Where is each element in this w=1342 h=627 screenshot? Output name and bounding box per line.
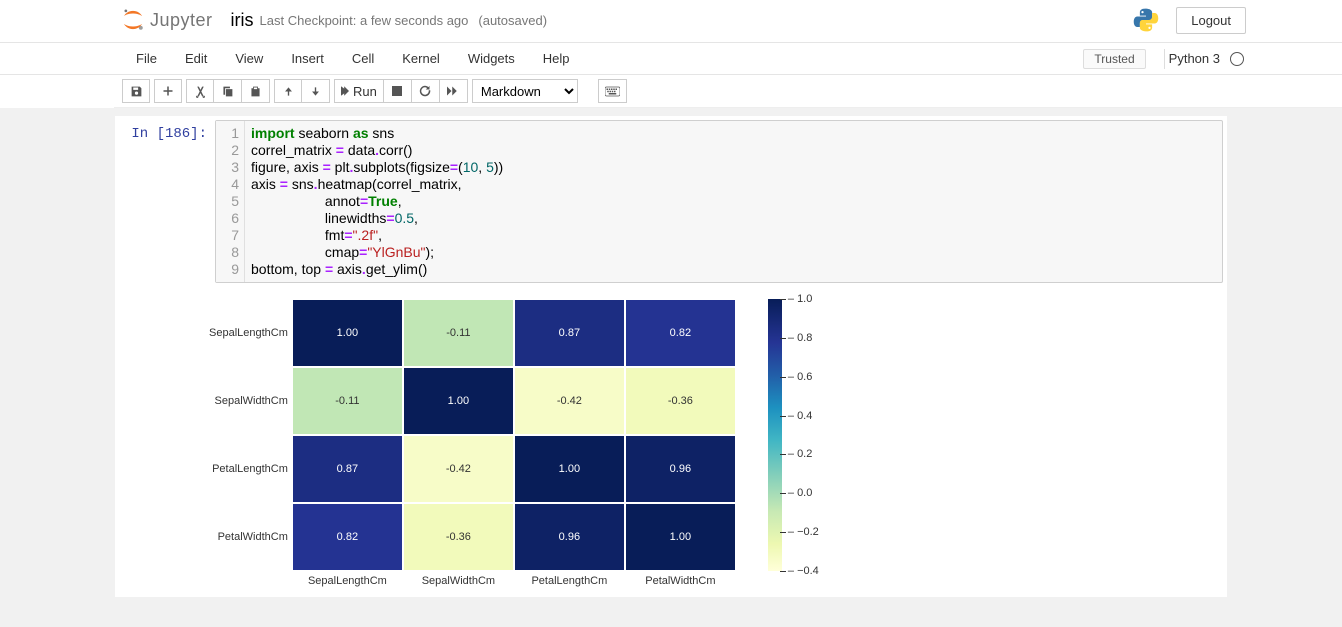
colorbar: – 1.0– 0.8– 0.6– 0.4– 0.2– 0.0– −0.2– −0… xyxy=(768,299,824,571)
cell-type-select[interactable]: Markdown xyxy=(472,79,578,103)
heatmap-cell-3-3: 1.00 xyxy=(625,503,736,571)
code-editor[interactable]: import seaborn as snscorrel_matrix = dat… xyxy=(245,121,509,282)
move-down-button[interactable] xyxy=(302,79,330,103)
restart-button[interactable] xyxy=(412,79,440,103)
heatmap-cell-1-2: -0.42 xyxy=(514,367,625,435)
code-cell[interactable]: In [186]: 123456789 import seaborn as sn… xyxy=(115,116,1227,287)
logout-button[interactable]: Logout xyxy=(1176,7,1246,34)
run-button[interactable]: Run xyxy=(334,79,384,103)
autosave-text: (autosaved) xyxy=(478,13,547,28)
jupyter-logo-text: Jupyter xyxy=(150,10,213,31)
save-button[interactable] xyxy=(122,79,150,103)
heatmap-cell-3-1: -0.36 xyxy=(403,503,514,571)
menu-view[interactable]: View xyxy=(221,45,277,72)
copy-button[interactable] xyxy=(214,79,242,103)
heatmap-cell-1-0: -0.11 xyxy=(292,367,403,435)
command-palette-button[interactable] xyxy=(598,79,627,103)
stop-button[interactable] xyxy=(384,79,412,103)
trusted-indicator[interactable]: Trusted xyxy=(1083,49,1145,69)
kernel-status-icon[interactable] xyxy=(1230,52,1244,66)
code-input-area[interactable]: 123456789 import seaborn as snscorrel_ma… xyxy=(215,120,1223,283)
menu-kernel[interactable]: Kernel xyxy=(388,45,454,72)
heatmap-cell-2-1: -0.42 xyxy=(403,435,514,503)
heatmap-cell-0-1: -0.11 xyxy=(403,299,514,367)
python-icon xyxy=(1132,6,1160,34)
heatmap-cell-2-3: 0.96 xyxy=(625,435,736,503)
heatmap-cell-1-1: 1.00 xyxy=(403,367,514,435)
jupyter-logo-icon xyxy=(120,7,146,33)
heatmap-cell-2-2: 1.00 xyxy=(514,435,625,503)
heatmap-cell-1-3: -0.36 xyxy=(625,367,736,435)
heatmap-y-labels: SepalLengthCmSepalWidthCmPetalLengthCmPe… xyxy=(209,299,292,571)
move-up-button[interactable] xyxy=(274,79,302,103)
heatmap-cell-3-2: 0.96 xyxy=(514,503,625,571)
heatmap-grid: 1.00-0.110.870.82-0.111.00-0.42-0.360.87… xyxy=(292,299,736,571)
input-prompt: In [186]: xyxy=(119,120,215,283)
run-all-button[interactable] xyxy=(440,79,468,103)
heatmap-cell-3-0: 0.82 xyxy=(292,503,403,571)
menu-cell[interactable]: Cell xyxy=(338,45,388,72)
heatmap-cell-2-0: 0.87 xyxy=(292,435,403,503)
jupyter-logo[interactable]: Jupyter xyxy=(120,7,213,33)
menu-help[interactable]: Help xyxy=(529,45,584,72)
kernel-name[interactable]: Python 3 xyxy=(1169,51,1220,66)
heatmap-cell-0-2: 0.87 xyxy=(514,299,625,367)
menu-edit[interactable]: Edit xyxy=(171,45,221,72)
menu-widgets[interactable]: Widgets xyxy=(454,45,529,72)
toolbar: Run Markdown xyxy=(114,75,1342,108)
heatmap-x-labels: SepalLengthCmSepalWidthCmPetalLengthCmPe… xyxy=(292,571,736,587)
cell-output: SepalLengthCmSepalWidthCmPetalLengthCmPe… xyxy=(209,287,1227,587)
cut-button[interactable] xyxy=(186,79,214,103)
paste-button[interactable] xyxy=(242,79,270,103)
line-gutter: 123456789 xyxy=(216,121,245,282)
heatmap-cell-0-0: 1.00 xyxy=(292,299,403,367)
menu-insert[interactable]: Insert xyxy=(277,45,338,72)
menu-file[interactable]: File xyxy=(122,45,171,72)
notebook-name[interactable]: iris xyxy=(231,10,254,31)
run-label: Run xyxy=(353,84,377,99)
divider xyxy=(1164,49,1165,69)
checkpoint-text: Last Checkpoint: a few seconds ago xyxy=(260,13,469,28)
add-cell-button[interactable] xyxy=(154,79,182,103)
heatmap-cell-0-3: 0.82 xyxy=(625,299,736,367)
